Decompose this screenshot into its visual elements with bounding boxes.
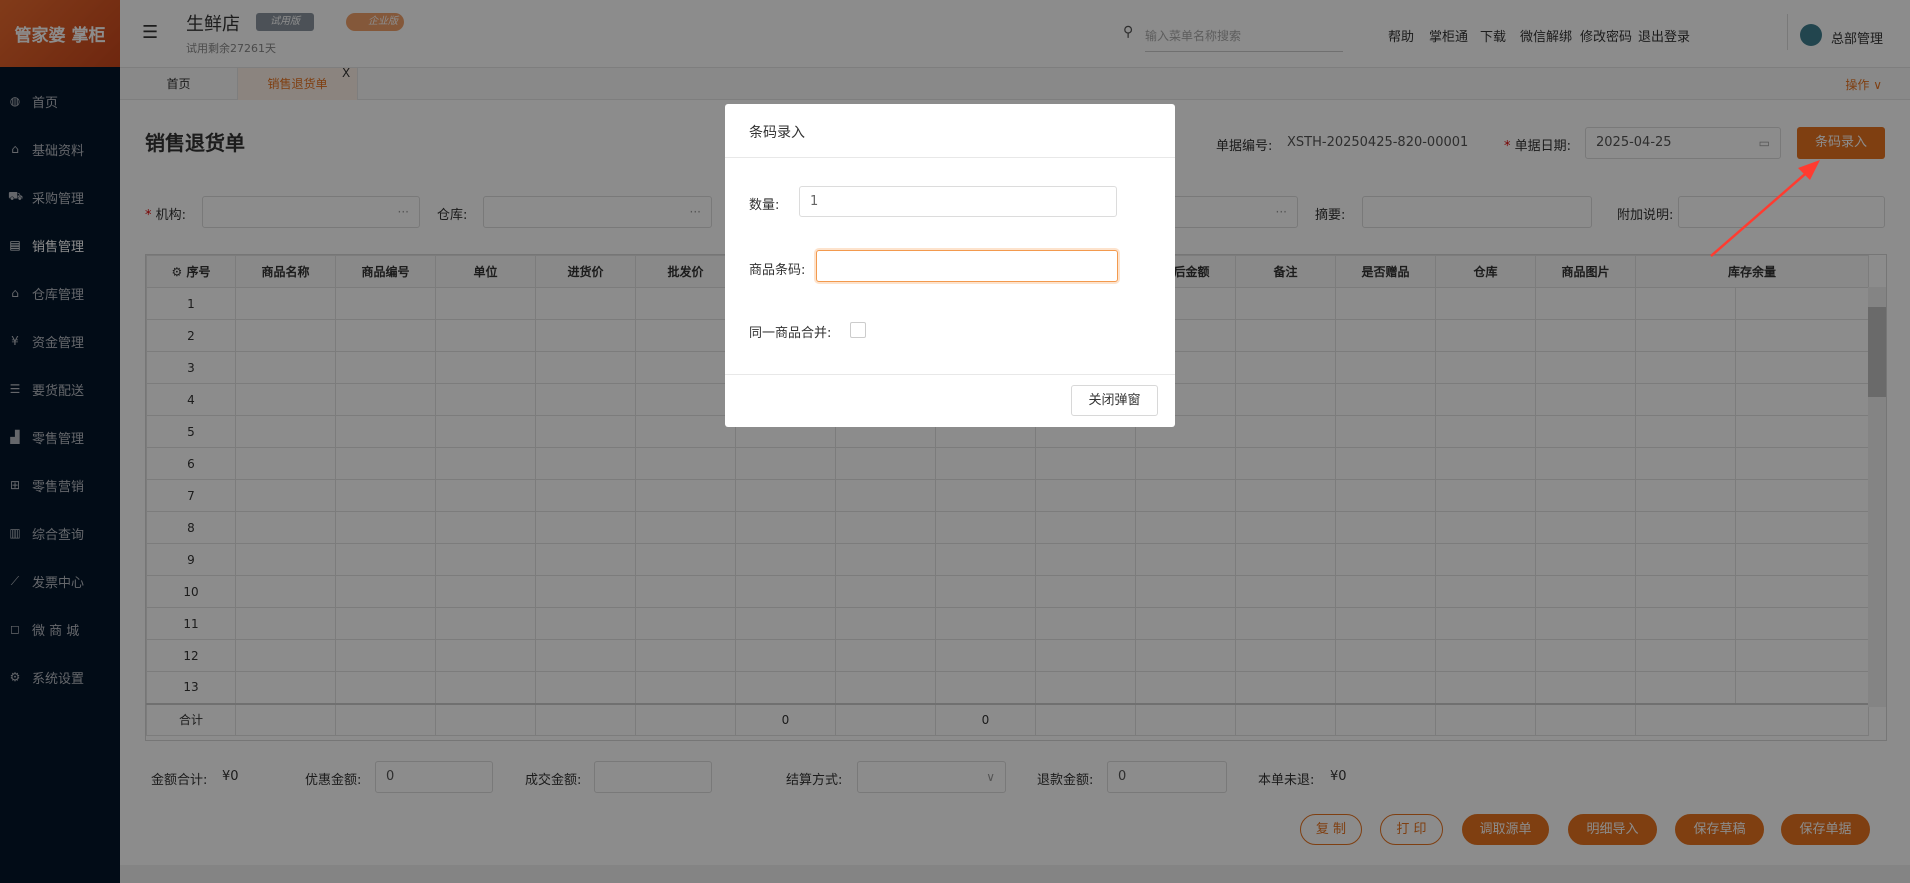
annotation-arrow	[1710, 160, 1820, 257]
arrow-line	[1710, 167, 1813, 257]
